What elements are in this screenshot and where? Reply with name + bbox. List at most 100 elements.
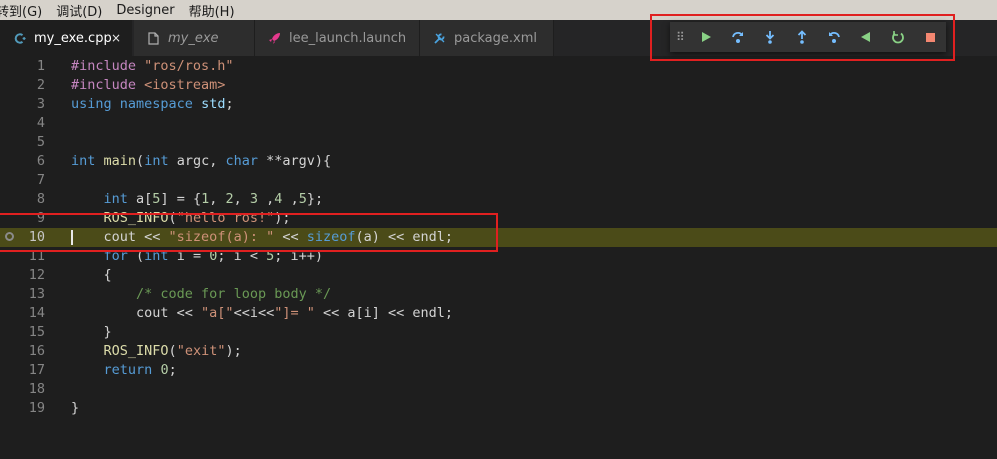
code-token: cout << bbox=[71, 305, 202, 321]
code-line[interactable]: 17 return 0; bbox=[0, 361, 997, 380]
code-line[interactable]: 8 int a[5] = {1, 2, 3 ,4 ,5}; bbox=[0, 190, 997, 209]
code-token: << a[i] << endl; bbox=[314, 305, 454, 321]
line-number: 3 bbox=[36, 96, 45, 112]
menu-item-goto[interactable]: 转到(G) bbox=[0, 1, 42, 20]
code-token: char bbox=[225, 153, 258, 169]
code-token: #include bbox=[71, 77, 145, 93]
tab-label: my_exe.cpp bbox=[34, 30, 112, 46]
tab-my-exe-cpp[interactable]: my_exe.cpp × bbox=[0, 20, 132, 56]
code-token: int bbox=[71, 153, 96, 169]
wrench-icon bbox=[432, 31, 446, 45]
code-text: { bbox=[71, 266, 112, 285]
code-line[interactable]: 16 ROS_INFO("exit"); bbox=[0, 342, 997, 361]
code-line[interactable]: 4 bbox=[0, 114, 997, 133]
code-line[interactable]: 12 { bbox=[0, 266, 997, 285]
code-token: int bbox=[103, 191, 128, 207]
line-number: 5 bbox=[36, 134, 45, 150]
code-line[interactable]: 7 bbox=[0, 171, 997, 190]
code-line[interactable]: 6 int main(int argc, char **argv){ bbox=[0, 152, 997, 171]
code-token: std bbox=[201, 96, 226, 112]
code-token: 3 bbox=[249, 191, 259, 207]
code-text: using namespace std; bbox=[71, 95, 234, 114]
code-line[interactable]: 3 using namespace std; bbox=[0, 95, 997, 114]
code-text: /* code for loop body */ bbox=[71, 285, 331, 304]
code-token: "ros/ros.h" bbox=[144, 58, 234, 74]
line-number: 17 bbox=[28, 362, 45, 378]
code-token: "exit" bbox=[176, 343, 226, 359]
code-token: } bbox=[71, 324, 112, 340]
code-token: namespace bbox=[119, 96, 193, 112]
line-number: 4 bbox=[36, 115, 45, 131]
code-token: }; bbox=[306, 191, 324, 207]
line-number: 12 bbox=[28, 267, 45, 283]
code-line[interactable]: 5 bbox=[0, 133, 997, 152]
code-text: } bbox=[71, 399, 79, 418]
code-token: int bbox=[144, 153, 169, 169]
close-icon[interactable]: × bbox=[111, 31, 121, 45]
line-number: 7 bbox=[36, 172, 45, 188]
code-token: 1 bbox=[201, 191, 210, 207]
code-line[interactable]: 13 /* code for loop body */ bbox=[0, 285, 997, 304]
tab-package-xml[interactable]: package.xml bbox=[420, 20, 554, 56]
line-number: 15 bbox=[28, 324, 45, 340]
menu-item-debug[interactable]: 调试(D) bbox=[56, 1, 102, 20]
code-token: , bbox=[233, 191, 250, 207]
tab-lee-launch[interactable]: lee_launch.launch bbox=[255, 20, 420, 56]
line-number: 6 bbox=[36, 153, 45, 169]
code-text: #include "ros/ros.h" bbox=[71, 57, 234, 76]
code-line[interactable]: 2 #include <iostream> bbox=[0, 76, 997, 95]
code-text: ROS_INFO("exit"); bbox=[71, 342, 242, 361]
code-token: <<i<< bbox=[233, 305, 275, 321]
code-text: } bbox=[71, 323, 112, 342]
code-text: #include <iostream> bbox=[71, 76, 225, 95]
code-line[interactable]: 15 } bbox=[0, 323, 997, 342]
code-token: } bbox=[71, 400, 80, 416]
tab-label: my_exe bbox=[168, 30, 219, 46]
code-token: { bbox=[71, 267, 112, 283]
annotation-box-current-line bbox=[0, 213, 498, 252]
code-line[interactable]: 18 bbox=[0, 380, 997, 399]
tab-my-exe[interactable]: my_exe bbox=[134, 20, 255, 56]
code-token: **argv){ bbox=[258, 153, 332, 169]
code-line[interactable]: 19} bbox=[0, 399, 997, 418]
file-icon bbox=[146, 31, 160, 45]
code-token: #include bbox=[71, 58, 145, 74]
code-token: , bbox=[258, 191, 275, 207]
code-token: ; bbox=[168, 362, 177, 378]
code-token: ; bbox=[225, 96, 234, 112]
code-token: 2 bbox=[225, 191, 234, 207]
code-token: ROS_INFO bbox=[103, 343, 169, 359]
code-token: ] = { bbox=[160, 191, 202, 207]
code-token: , bbox=[209, 191, 226, 207]
code-token: argc, bbox=[168, 153, 226, 169]
code-token: "]= " bbox=[274, 305, 315, 321]
code-token: <iostream> bbox=[144, 77, 226, 93]
rocket-icon bbox=[267, 31, 281, 45]
annotation-box-toolbar bbox=[650, 14, 955, 61]
line-number: 13 bbox=[28, 286, 45, 302]
line-number: 2 bbox=[36, 77, 45, 93]
menu-item-designer[interactable]: Designer bbox=[116, 3, 174, 18]
code-token: 5 bbox=[298, 191, 307, 207]
line-number: 18 bbox=[28, 381, 45, 397]
line-number: 16 bbox=[28, 343, 45, 359]
line-number: 1 bbox=[36, 58, 45, 74]
code-text: return 0; bbox=[71, 361, 177, 380]
line-number: 19 bbox=[28, 400, 45, 416]
code-token: , bbox=[282, 191, 299, 207]
code-token: a[ bbox=[127, 191, 153, 207]
menu-item-help[interactable]: 帮助(H) bbox=[189, 1, 235, 20]
code-line[interactable]: 14 cout << "a["<<i<<"]= " << a[i] << end… bbox=[0, 304, 997, 323]
code-token: ( bbox=[136, 153, 145, 169]
code-editor[interactable]: 1 #include "ros/ros.h" 2 #include <iostream… bbox=[0, 56, 997, 459]
code-token: using bbox=[71, 96, 112, 112]
code-token: ( bbox=[168, 343, 177, 359]
code-token: "a[" bbox=[201, 305, 234, 321]
tab-label: lee_launch.launch bbox=[289, 30, 407, 46]
line-number: 14 bbox=[28, 305, 45, 321]
